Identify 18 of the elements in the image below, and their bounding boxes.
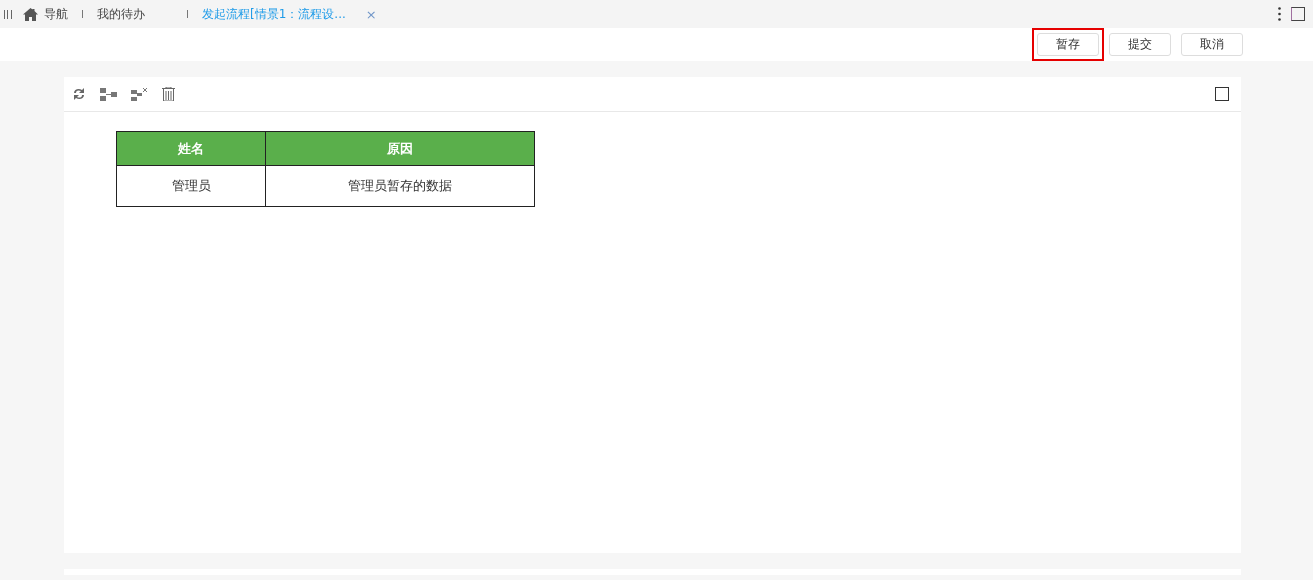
table-cell: 管理员暂存的数据 <box>265 165 535 207</box>
split-icon[interactable] <box>131 87 148 101</box>
action-button[interactable]: 提交 <box>1109 33 1171 56</box>
action-button[interactable]: 取消 <box>1181 33 1243 56</box>
refresh-icon[interactable] <box>72 87 86 101</box>
trash-icon[interactable] <box>162 87 175 101</box>
column-header: 原因 <box>265 131 535 166</box>
home-icon <box>23 7 38 21</box>
action-button[interactable]: 暂存 <box>1037 33 1099 56</box>
table-cell: 管理员 <box>116 165 266 207</box>
tab[interactable]: 导航 <box>17 5 74 23</box>
maximize-icon[interactable] <box>1291 7 1305 21</box>
maximize-icon[interactable] <box>1215 87 1229 101</box>
more-icon[interactable] <box>1278 7 1281 21</box>
merge-icon[interactable] <box>100 87 117 101</box>
column-header: 姓名 <box>116 131 266 166</box>
tab[interactable]: 我的待办 <box>91 5 151 23</box>
grip-icon[interactable] <box>4 9 12 19</box>
